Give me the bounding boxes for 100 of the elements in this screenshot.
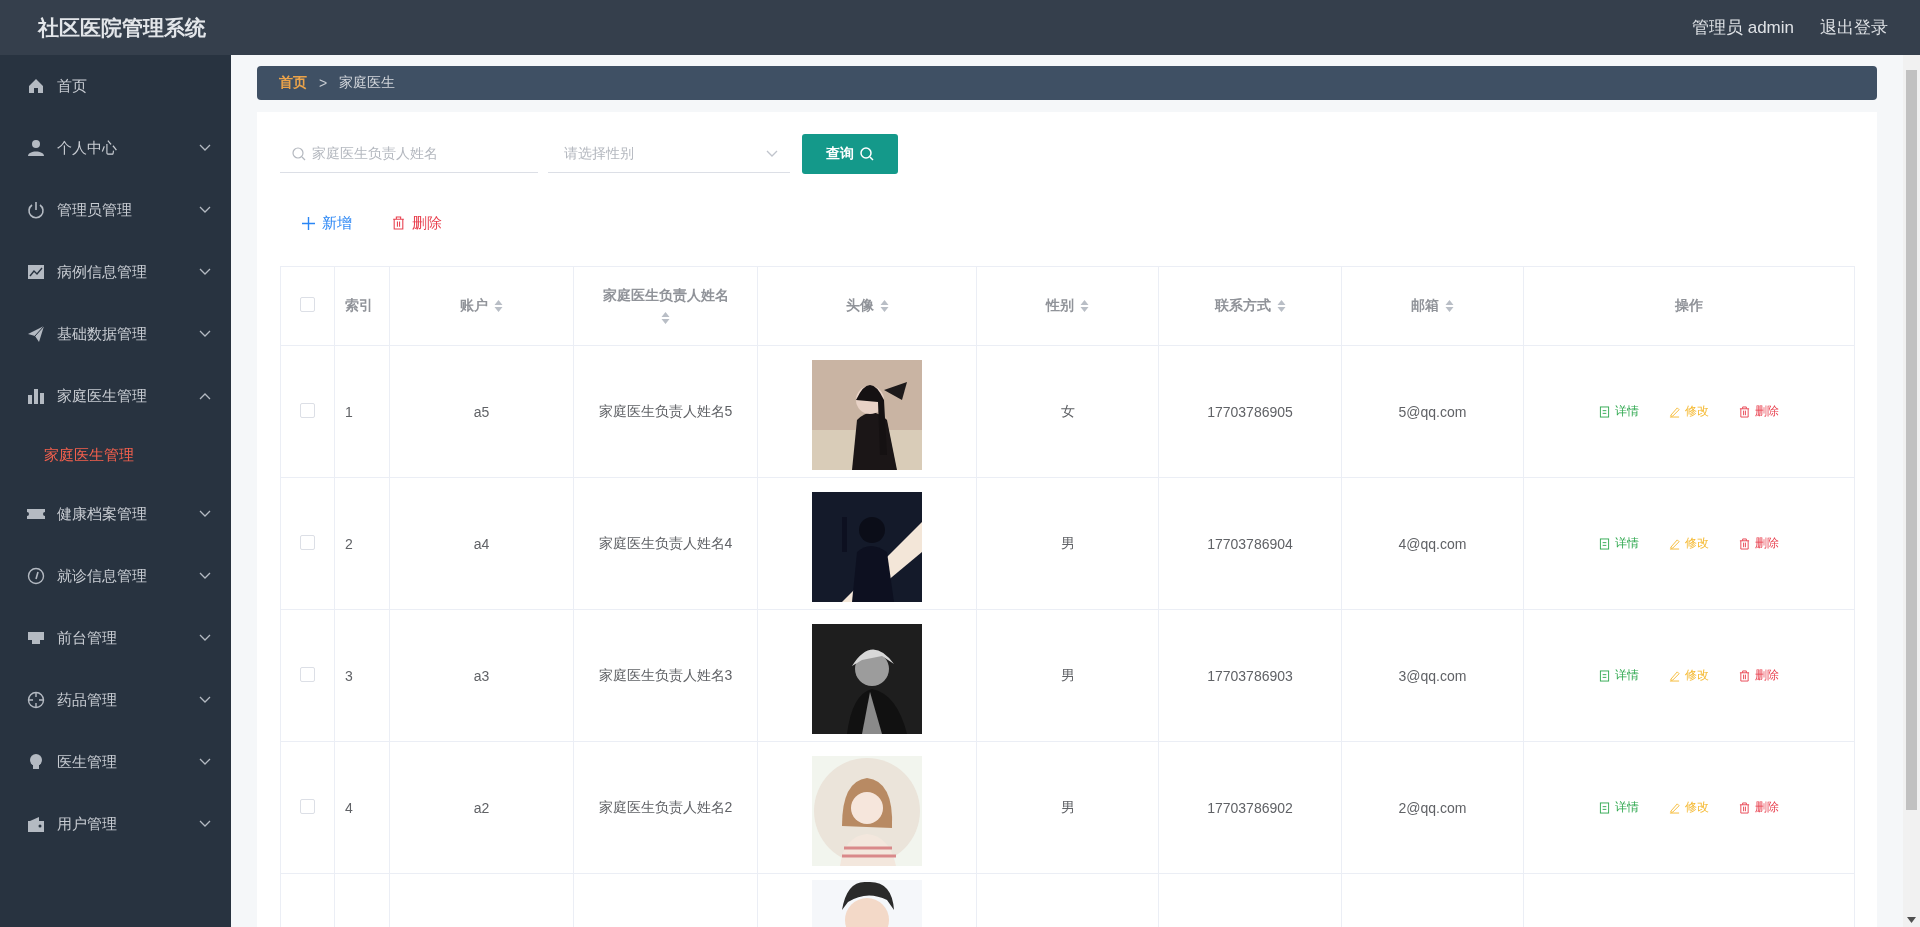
column-header[interactable]: 联系方式 (1214, 297, 1286, 315)
menu-item[interactable]: 医生管理 (0, 731, 231, 793)
table-cell: 2@qq.com (1398, 799, 1467, 816)
table-cell: 5@qq.com (1398, 403, 1467, 420)
plus-icon (302, 216, 315, 230)
menu-item[interactable]: 首页 (0, 55, 231, 117)
menu-item[interactable]: 家庭医生管理 (0, 365, 231, 427)
menu-item[interactable]: 管理员管理 (0, 179, 231, 241)
trash-icon (1739, 801, 1750, 814)
sort-icon[interactable] (494, 299, 503, 313)
detail-link[interactable]: 详情 (1599, 799, 1639, 816)
arrow-down-icon[interactable] (1907, 917, 1916, 923)
logout-link[interactable]: 退出登录 (1820, 16, 1888, 39)
add-button[interactable]: 新增 (302, 212, 352, 234)
pencil-icon (1669, 669, 1680, 682)
column-header[interactable]: 头像 (845, 297, 889, 315)
delete-link[interactable]: 删除 (1739, 403, 1779, 420)
chevron-icon (199, 510, 211, 518)
power-icon (27, 201, 45, 219)
table-cell: 男 (1060, 798, 1075, 815)
search-icon (292, 146, 306, 161)
document-icon (1599, 405, 1610, 418)
pencil-icon (1669, 801, 1680, 814)
table-cell: 家庭医生负责人姓名2 (598, 798, 733, 815)
column-header[interactable]: 邮箱 (1411, 297, 1454, 315)
query-button[interactable]: 查询 (802, 134, 898, 174)
menu-item[interactable]: 基础数据管理 (0, 303, 231, 365)
detail-link[interactable]: 详情 (1599, 403, 1639, 420)
menu-item[interactable]: 健康档案管理 (0, 483, 231, 545)
chevron-icon (199, 144, 211, 152)
chevron-icon (199, 392, 211, 400)
table-cell: 17703786902 (1207, 799, 1293, 816)
breadcrumb-item[interactable]: 首页 (279, 74, 307, 92)
column-header: 索引 (345, 297, 373, 315)
user-label: 管理员 admin (1691, 17, 1794, 39)
detail-link[interactable]: 详情 (1599, 667, 1639, 684)
home-icon (27, 77, 45, 95)
column-header: 操作 (1675, 297, 1703, 315)
gauge-icon (27, 567, 45, 585)
document-icon (1599, 537, 1610, 550)
pencil-icon (1669, 537, 1680, 550)
delete-link[interactable]: 删除 (1739, 667, 1779, 684)
column-header[interactable]: 性别 (1046, 297, 1089, 315)
shop-icon (27, 629, 45, 647)
sort-icon[interactable] (1445, 299, 1454, 313)
sort-icon[interactable] (879, 299, 889, 313)
table-cell: 17703786903 (1207, 667, 1293, 684)
gender-select[interactable]: 请选择性别 (548, 135, 790, 173)
table-cell: 4@qq.com (1398, 535, 1467, 552)
table-cell: 家庭医生负责人姓名5 (598, 402, 733, 419)
lightbulb-icon (27, 753, 45, 771)
table-cell: 17703786905 (1207, 403, 1293, 420)
trash-icon (1739, 537, 1750, 550)
menu-item[interactable]: 前台管理 (0, 607, 231, 669)
delete-link[interactable]: 删除 (1739, 799, 1779, 816)
checkbox[interactable] (300, 666, 315, 682)
sort-icon[interactable] (1276, 299, 1286, 313)
chevron-icon (199, 820, 211, 828)
table-cell: 17703786904 (1207, 535, 1293, 552)
search-field[interactable]: 家庭医生负责人姓名 (280, 135, 538, 173)
table-cell: 男 (1060, 534, 1075, 551)
submenu-item[interactable]: 家庭医生管理 (0, 427, 231, 483)
checkbox[interactable] (300, 297, 315, 312)
user-icon (27, 139, 45, 157)
crosshair-icon (27, 691, 45, 709)
column-header[interactable]: 账户 (460, 297, 503, 315)
table-cell: 家庭医生负责人姓名3 (598, 666, 733, 683)
table-cell: 3@qq.com (1398, 667, 1467, 684)
delete-link[interactable]: 删除 (1739, 535, 1779, 552)
table-cell: 3 (345, 667, 353, 684)
chevron-icon (199, 758, 211, 766)
chevron-icon (199, 268, 211, 276)
menu-item[interactable]: 就诊信息管理 (0, 545, 231, 607)
app-title: 社区医院管理系统 (38, 14, 206, 41)
detail-link[interactable]: 详情 (1599, 535, 1639, 552)
trash-icon (392, 216, 405, 230)
table-cell: 2 (345, 535, 353, 552)
chevron-icon (199, 634, 211, 642)
scrollbar-thumb[interactable] (1906, 70, 1917, 810)
menu-item[interactable]: 病例信息管理 (0, 241, 231, 303)
table-cell: 4 (345, 799, 353, 816)
menu-item[interactable]: 个人中心 (0, 117, 231, 179)
search-icon (860, 147, 874, 161)
checkbox[interactable] (300, 534, 315, 550)
chevron-icon (199, 206, 211, 214)
sort-icon[interactable] (661, 311, 670, 325)
menu-item[interactable]: 用户管理 (0, 793, 231, 855)
breadcrumb-item: 家庭医生 (339, 74, 396, 92)
sort-icon[interactable] (1080, 299, 1089, 313)
chart-icon (27, 263, 45, 281)
document-icon (1599, 801, 1610, 814)
delete-button[interactable]: 删除 (392, 212, 442, 234)
chevron-icon (199, 572, 211, 580)
pencil-icon (1669, 405, 1680, 418)
checkbox[interactable] (300, 402, 315, 418)
checkbox[interactable] (300, 798, 315, 814)
wallet-icon (27, 815, 45, 833)
menu-item[interactable]: 药品管理 (0, 669, 231, 731)
paper-plane-icon (27, 325, 45, 343)
document-icon (1599, 669, 1610, 682)
